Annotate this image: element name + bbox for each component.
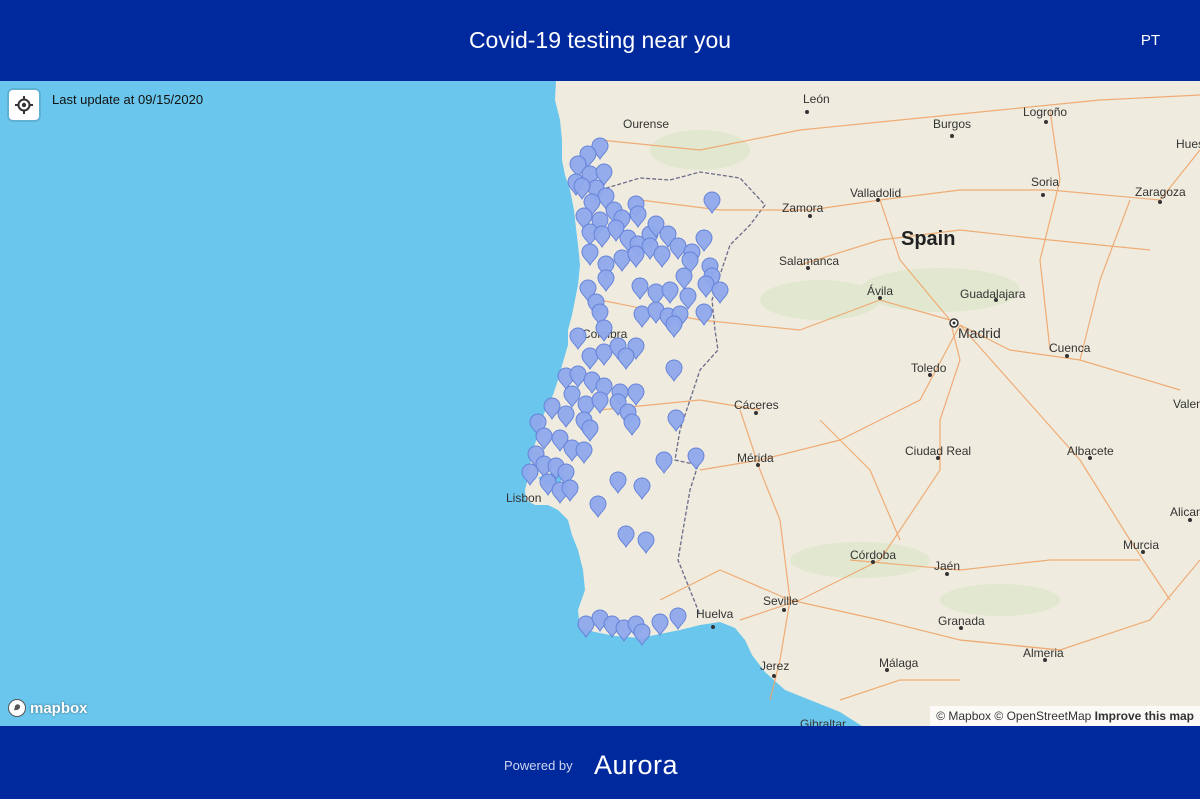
aurora-logo[interactable]: Aurora [594,726,678,799]
city-label: Valladolid [850,186,901,200]
city-label: Cáceres [734,398,779,412]
city-label: Córdoba [850,548,896,562]
language-switch[interactable]: PT [1141,0,1160,81]
city-label: Toledo [911,361,947,375]
city-label: Salamanca [779,254,839,268]
attribution-osm-link[interactable]: © OpenStreetMap [994,709,1091,723]
crosshair-icon [15,96,33,114]
mapbox-logo[interactable]: mapbox [7,698,88,718]
powered-by-text: Powered by [504,758,573,773]
city-label: Huelva [696,607,734,621]
last-update-text: Last update at 09/15/2020 [52,92,204,107]
city-label: Almeria [1023,646,1064,660]
city-label: Zaragoza [1135,185,1186,199]
geolocate-button[interactable] [9,90,39,120]
map-graphic[interactable]: León Ourense Burgos Logroño Huesca Soria… [0,81,1200,726]
attribution-mapbox-link[interactable]: © Mapbox [936,709,991,723]
city-label: Mérida [737,451,774,465]
improve-map-link[interactable]: Improve this map [1095,709,1194,723]
app-footer: Powered by Aurora [0,726,1200,799]
city-label: Soria [1031,175,1059,189]
map-attribution: © Mapbox © OpenStreetMap Improve this ma… [930,706,1200,726]
map-canvas[interactable]: León Ourense Burgos Logroño Huesca Soria… [0,81,1200,726]
city-label: Logroño [1023,105,1067,119]
city-label: León [803,92,830,106]
city-label: Ourense [623,117,669,131]
city-label: Albacete [1067,444,1114,458]
country-label: Spain [901,228,955,250]
city-label: Huesca [1176,137,1200,151]
city-label: Alicante [1170,505,1200,519]
city-label: Jerez [760,659,789,673]
city-label: Guadalajara [960,287,1026,301]
city-label: Burgos [933,117,971,131]
mapbox-logo-text: mapbox [30,699,88,717]
mapbox-icon [8,699,26,717]
city-label: Seville [763,594,799,608]
page-title: Covid-19 testing near you [468,27,732,53]
city-label: Murcia [1123,538,1159,552]
city-label: Cuenca [1049,341,1091,355]
app-header: Covid-19 testing near you PT [0,0,1200,81]
city-label: Lisbon [506,491,541,505]
aurora-logo-text: Aurora [594,750,679,780]
city-label: Gibraltar [800,717,846,726]
city-label: Granada [938,614,985,628]
capital-label: Madrid [958,325,1001,341]
city-label: Zamora [782,201,824,215]
city-label: Ávila [867,283,893,298]
city-label: Ciudad Real [905,444,971,458]
city-label: Málaga [879,656,919,670]
city-label: Jaén [934,559,960,573]
city-label: Valencia [1173,397,1200,411]
